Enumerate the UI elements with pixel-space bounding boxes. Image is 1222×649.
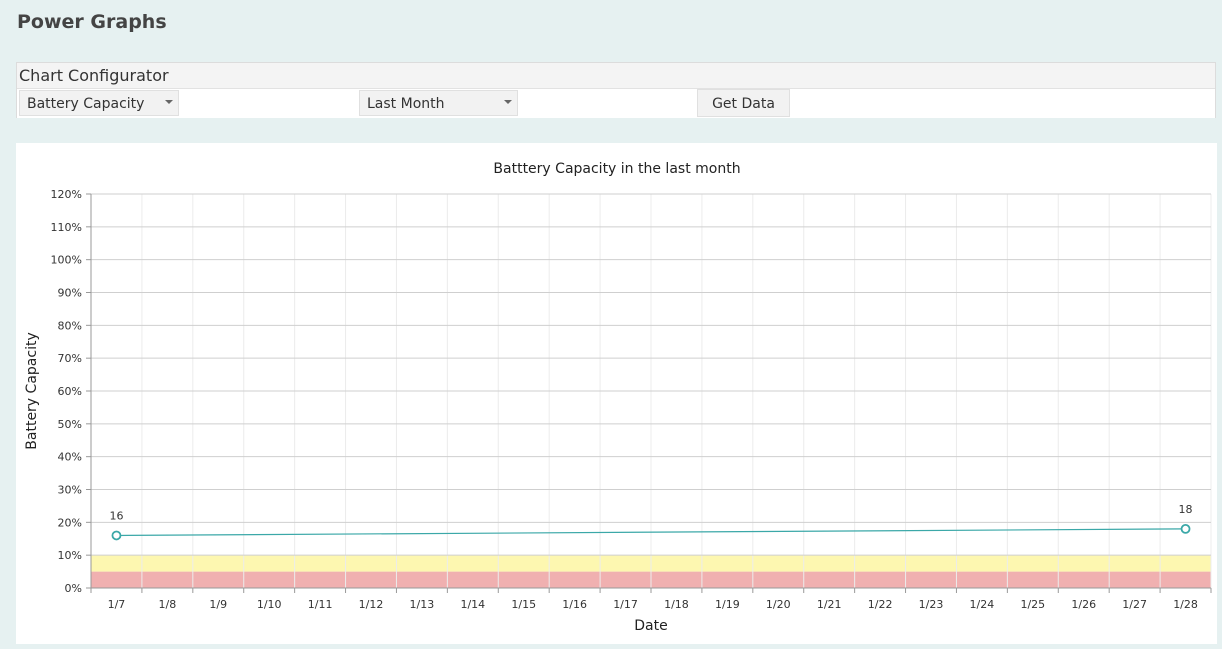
x-tick-label: 1/23 <box>919 598 944 611</box>
y-tick-label: 110% <box>51 221 82 234</box>
configurator-controls: Battery Capacity Last Month Get Data <box>17 88 1215 118</box>
x-tick-label: 1/22 <box>868 598 893 611</box>
x-tick-label: 1/18 <box>664 598 689 611</box>
x-tick-label: 1/27 <box>1122 598 1147 611</box>
x-tick-label: 1/9 <box>209 598 227 611</box>
x-tick-label: 1/21 <box>817 598 842 611</box>
y-tick-label: 120% <box>51 188 82 201</box>
y-tick-label: 20% <box>58 516 82 529</box>
metric-select[interactable]: Battery Capacity <box>19 90 179 116</box>
chevron-down-icon <box>165 100 173 104</box>
chart-panel: 0% 10% 20% 30% 40% 50% 60% 70% 80% 90% 100% 110% 120… <box>16 143 1217 644</box>
chart-axes: 0% 10% 20% 30% 40% 50% 60% 70% 80% 90% 100% 110% 120… <box>51 188 1212 611</box>
y-tick-label: 70% <box>58 352 82 365</box>
x-tick-label: 1/10 <box>257 598 282 611</box>
x-axis-label: Date <box>634 618 667 634</box>
metric-select-value: Battery Capacity <box>27 96 145 112</box>
x-tick-label: 1/7 <box>108 598 126 611</box>
y-tick-label: 100% <box>51 254 82 267</box>
y-tick-label: 0% <box>65 582 82 595</box>
chart-configurator: Chart Configurator Battery Capacity Last… <box>16 62 1216 118</box>
x-tick-label: 1/19 <box>715 598 740 611</box>
data-label: 18 <box>1179 503 1193 516</box>
x-tick-label: 1/15 <box>511 598 536 611</box>
chevron-down-icon <box>504 100 512 104</box>
battery-capacity-chart: 0% 10% 20% 30% 40% 50% 60% 70% 80% 90% 100% 110% 120… <box>24 161 1212 634</box>
y-tick-label: 10% <box>58 549 82 562</box>
x-tick-label: 1/13 <box>410 598 435 611</box>
data-label: 16 <box>109 509 123 522</box>
x-tick-label: 1/11 <box>308 598 333 611</box>
x-tick-label: 1/28 <box>1173 598 1198 611</box>
data-point <box>111 530 122 541</box>
chart-grid <box>91 193 1212 588</box>
y-tick-label: 80% <box>58 319 82 332</box>
y-axis-label: Battery Capacity <box>24 332 40 449</box>
x-tick-label: 1/26 <box>1071 598 1096 611</box>
x-tick-label: 1/16 <box>562 598 587 611</box>
y-tick-label: 50% <box>58 418 82 431</box>
x-tick-label: 1/24 <box>970 598 995 611</box>
range-select[interactable]: Last Month <box>359 90 518 116</box>
y-tick-label: 90% <box>58 287 82 300</box>
get-data-button[interactable]: Get Data <box>697 89 790 117</box>
x-tick-label: 1/17 <box>613 598 638 611</box>
page-title: Power Graphs <box>17 11 167 33</box>
configurator-title: Chart Configurator <box>19 66 169 85</box>
y-tick-label: 30% <box>58 484 82 497</box>
x-tick-label: 1/25 <box>1020 598 1045 611</box>
chart-title: Batttery Capacity in the last month <box>493 161 740 177</box>
data-point <box>1180 523 1191 534</box>
y-tick-label: 40% <box>58 451 82 464</box>
y-tick-label: 60% <box>58 385 82 398</box>
x-tick-label: 1/8 <box>159 598 177 611</box>
x-tick-label: 1/20 <box>766 598 791 611</box>
range-select-value: Last Month <box>367 96 445 112</box>
x-tick-label: 1/14 <box>460 598 485 611</box>
x-tick-label: 1/12 <box>359 598 384 611</box>
